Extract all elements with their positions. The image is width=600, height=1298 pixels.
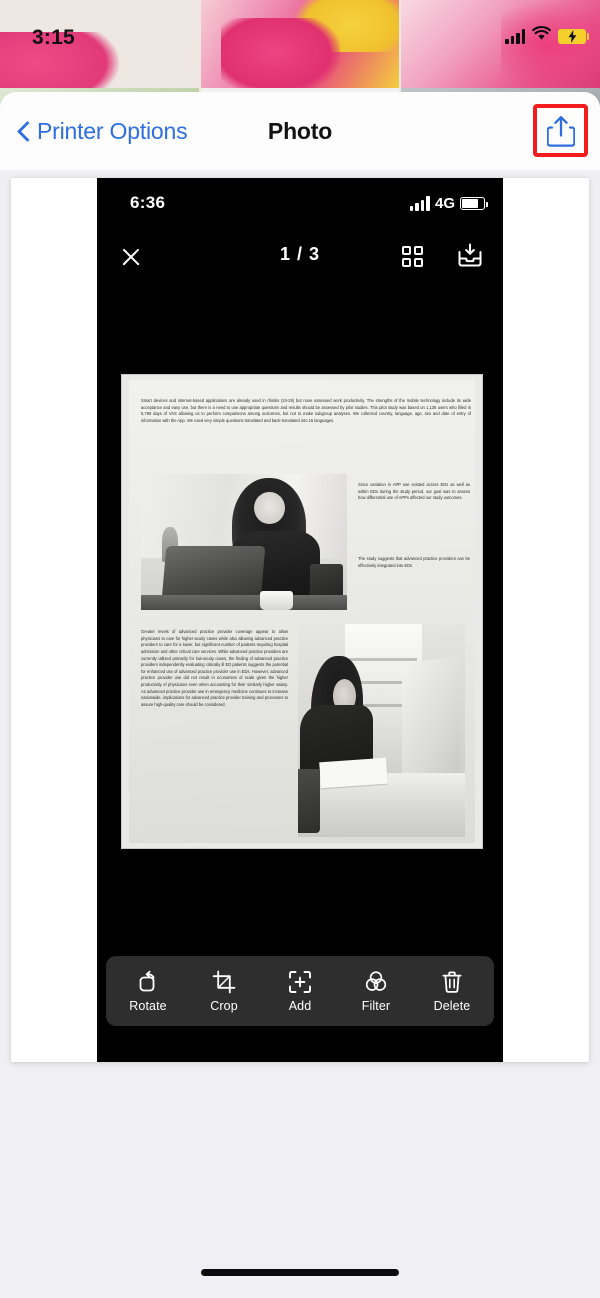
page-counter: 1 / 3: [279, 244, 321, 264]
rotate-label: Rotate: [129, 998, 167, 1013]
scanned-document-page[interactable]: Smart devices and internet-based applica…: [122, 375, 482, 848]
battery-icon: [460, 197, 488, 210]
crop-label: Crop: [210, 998, 238, 1013]
edit-toolbar: Rotate Crop Add Filter Delete: [106, 956, 494, 1026]
gallery-thumbnail[interactable]: [200, 0, 400, 90]
document-paragraph-right-top: Since variation in APP use existed acros…: [358, 482, 470, 501]
screenshot-status-bar: 6:36 4G: [97, 192, 503, 222]
filter-label: Filter: [361, 998, 391, 1013]
filter-button[interactable]: Filter: [341, 970, 411, 1013]
filter-icon: [364, 970, 388, 994]
grid-view-icon[interactable]: [401, 244, 427, 270]
trash-icon: [440, 970, 464, 994]
document-inner-surface: Smart devices and internet-based applica…: [129, 380, 475, 843]
save-to-tray-icon[interactable]: [455, 241, 485, 271]
share-icon: [546, 115, 575, 147]
chevron-left-icon: [18, 120, 31, 142]
delete-label: Delete: [433, 998, 471, 1013]
home-indicator[interactable]: [201, 1269, 399, 1276]
document-paragraph-intro: Smart devices and internet-based applica…: [141, 398, 471, 423]
printer-options-modal: Printer Options Photo 6:36 4G 1 / 3 Smar…: [0, 92, 600, 1298]
rotate-icon: [136, 970, 160, 994]
navigation-bar: Printer Options Photo: [0, 92, 600, 170]
screenshot-top-toolbar: 1 / 3: [97, 238, 503, 278]
back-to-printer-options-button[interactable]: Printer Options: [14, 92, 191, 170]
print-paper-preview: 6:36 4G 1 / 3 Smart devices and internet…: [11, 178, 589, 1062]
screenshot-status-indicators: 4G: [409, 195, 488, 212]
crop-button[interactable]: Crop: [189, 970, 259, 1013]
add-button[interactable]: Add: [265, 970, 335, 1013]
document-photo-laptop: [141, 474, 347, 610]
rotate-button[interactable]: Rotate: [113, 970, 183, 1013]
gallery-thumbnail[interactable]: [0, 0, 199, 90]
network-type-label: 4G: [434, 195, 455, 212]
gallery-row: [0, 0, 600, 90]
document-paragraph-right-bottom: The study suggests that advanced practic…: [358, 556, 470, 568]
back-button-label: Printer Options: [37, 117, 188, 144]
photo-screenshot-content: 6:36 4G 1 / 3 Smart devices and internet…: [97, 178, 503, 1062]
crop-icon: [212, 970, 236, 994]
document-paragraph-lower-left: Greater levels of advanced practice prov…: [141, 629, 288, 707]
add-label: Add: [288, 998, 312, 1013]
cellular-signal-icon: [409, 196, 430, 211]
add-page-icon: [288, 970, 312, 994]
screenshot-clock: 6:36: [130, 193, 166, 212]
document-photo-writing: [298, 624, 465, 837]
gallery-thumbnail[interactable]: [401, 0, 600, 90]
share-button[interactable]: [533, 104, 588, 157]
delete-button[interactable]: Delete: [417, 970, 487, 1013]
